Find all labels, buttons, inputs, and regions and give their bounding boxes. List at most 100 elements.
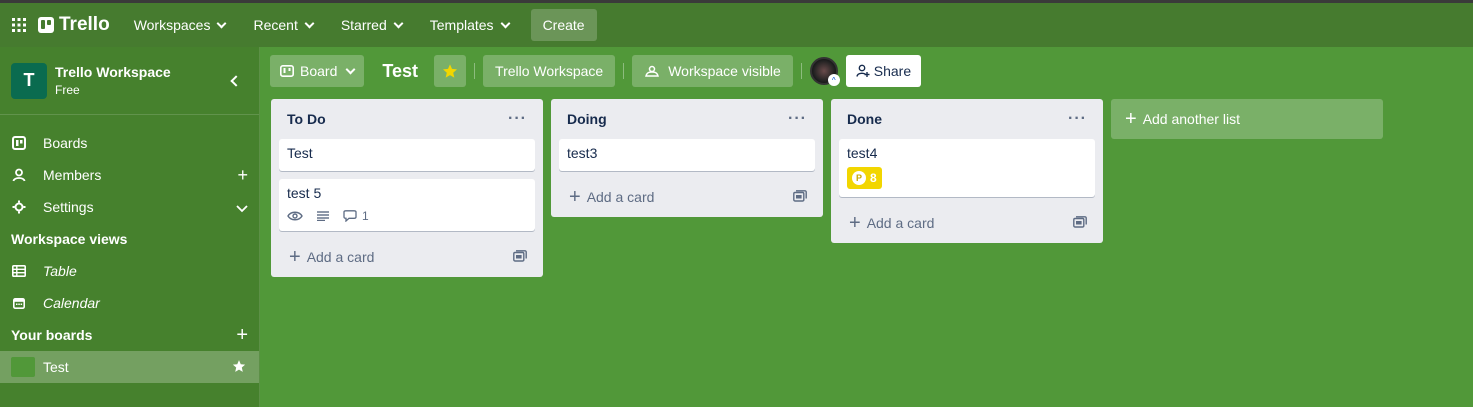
top-bar: Trello Workspaces Recent Starred Templat… xyxy=(0,0,1473,47)
list-title: Done xyxy=(847,111,882,127)
board-header: Board Test Trello Workspace Workspace vi… xyxy=(270,55,922,87)
add-list-button[interactable]: + Add another list xyxy=(1111,99,1383,139)
card[interactable]: test4 P 8 xyxy=(839,139,1095,197)
calendar-icon xyxy=(11,295,27,311)
plus-icon: + xyxy=(849,212,861,234)
sidebar-item-table[interactable]: Table xyxy=(0,255,259,287)
more-icon[interactable]: ··· xyxy=(1068,110,1087,128)
card[interactable]: Test xyxy=(279,139,535,171)
list-header[interactable]: Done ··· xyxy=(831,99,1103,139)
table-icon xyxy=(11,263,27,279)
add-card-button[interactable]: + Add a card xyxy=(551,179,823,215)
sidebar-item-settings[interactable]: Settings xyxy=(0,191,259,223)
divider xyxy=(623,63,625,79)
list-done: Done ··· test4 P 8 + Add a card xyxy=(831,99,1103,243)
section-title: Your boards xyxy=(11,327,93,343)
sidebar-item-label: Settings xyxy=(43,199,94,215)
board-title[interactable]: Test xyxy=(382,61,418,82)
share-button[interactable]: Share xyxy=(845,55,922,87)
workspace-avatar[interactable]: T xyxy=(11,62,47,99)
add-board-icon[interactable]: + xyxy=(236,324,248,347)
plus-icon: + xyxy=(1125,108,1137,130)
card-template-icon[interactable] xyxy=(513,249,527,265)
chevron-down-icon[interactable] xyxy=(236,198,248,216)
sidebar-item-label: Calendar xyxy=(43,295,100,311)
list-to-do: To Do ··· Test test 5 1 + Add a card xyxy=(271,99,543,277)
add-card-button[interactable]: + Add a card xyxy=(831,205,1103,241)
card-badges: 1 xyxy=(287,209,527,223)
sidebar: T Trello Workspace Free Boards Members +… xyxy=(0,47,260,407)
section-your-boards: Your boards + xyxy=(0,319,259,351)
workspace-button[interactable]: Trello Workspace xyxy=(483,55,616,87)
admin-badge-icon: ^ xyxy=(827,74,840,86)
sidebar-item-boards[interactable]: Boards xyxy=(0,127,259,159)
comment-badge: 1 xyxy=(343,209,369,223)
divider xyxy=(800,63,802,79)
plus-icon: + xyxy=(289,246,301,268)
divider xyxy=(474,63,476,79)
description-icon xyxy=(317,211,329,221)
add-card-label: Add a card xyxy=(586,189,655,205)
board-thumbnail xyxy=(11,357,35,377)
chevron-down-icon xyxy=(304,18,315,28)
add-member-icon[interactable]: + xyxy=(237,166,248,184)
card-template-icon[interactable] xyxy=(1073,215,1087,231)
nav-templates-label: Templates xyxy=(429,17,494,33)
card-title: test4 xyxy=(847,145,878,161)
app-switcher-icon[interactable] xyxy=(0,3,38,47)
chevron-down-icon xyxy=(500,18,511,28)
board-icon xyxy=(11,135,27,151)
visibility-button[interactable]: Workspace visible xyxy=(632,55,793,87)
collapse-sidebar-icon[interactable] xyxy=(230,74,242,87)
star-board-button[interactable] xyxy=(434,55,467,87)
add-person-icon xyxy=(856,64,870,77)
nav-templates[interactable]: Templates xyxy=(420,9,519,41)
workspace-plan: Free xyxy=(55,83,80,97)
person-icon xyxy=(11,167,27,183)
story-points-value: 8 xyxy=(870,171,877,185)
add-list-label: Add another list xyxy=(1142,111,1240,127)
list-doing: Doing ··· test3 + Add a card xyxy=(551,99,823,217)
card-title: test 5 xyxy=(287,185,322,201)
board-view-icon xyxy=(280,65,294,77)
nav-starred[interactable]: Starred xyxy=(331,9,412,41)
more-icon[interactable]: ··· xyxy=(508,110,527,128)
sidebar-item-label: Members xyxy=(43,167,102,183)
member-avatar[interactable]: ^ xyxy=(809,57,840,86)
list-title: Doing xyxy=(567,111,607,127)
comment-count: 1 xyxy=(362,209,369,223)
board-view-switcher[interactable]: Board xyxy=(270,55,365,87)
list-header[interactable]: To Do ··· xyxy=(271,99,543,139)
list-header[interactable]: Doing ··· xyxy=(551,99,823,139)
card[interactable]: test3 xyxy=(559,139,815,171)
sidebar-board-test[interactable]: Test xyxy=(0,351,259,383)
trello-logo[interactable]: Trello xyxy=(38,14,110,36)
nav-starred-label: Starred xyxy=(340,17,387,33)
gear-icon xyxy=(11,199,27,215)
create-button[interactable]: Create xyxy=(530,9,597,41)
card[interactable]: test 5 1 xyxy=(279,179,535,231)
sidebar-board-label: Test xyxy=(43,359,69,375)
add-card-label: Add a card xyxy=(866,215,935,231)
nav-recent-label: Recent xyxy=(253,17,298,33)
points-icon: P xyxy=(852,171,866,185)
sidebar-item-members[interactable]: Members + xyxy=(0,159,259,191)
list-title: To Do xyxy=(287,111,326,127)
card-template-icon[interactable] xyxy=(793,189,807,205)
nav-workspaces-label: Workspaces xyxy=(133,17,211,33)
add-card-button[interactable]: + Add a card xyxy=(271,239,543,275)
workspace-visible-icon xyxy=(645,65,660,77)
card-title: test3 xyxy=(567,145,598,161)
nav-workspaces[interactable]: Workspaces xyxy=(124,9,236,41)
star-icon[interactable] xyxy=(232,359,246,376)
nav-recent[interactable]: Recent xyxy=(243,9,322,41)
more-icon[interactable]: ··· xyxy=(788,110,807,128)
sidebar-item-calendar[interactable]: Calendar xyxy=(0,287,259,319)
workspace-name: Trello Workspace xyxy=(55,64,171,80)
chevron-down-icon xyxy=(345,64,356,74)
star-icon xyxy=(443,64,458,78)
workspace-header: T Trello Workspace Free xyxy=(0,47,259,115)
section-title: Workspace views xyxy=(11,231,128,247)
story-points-badge: P 8 xyxy=(847,167,882,189)
plus-icon: + xyxy=(569,186,581,208)
